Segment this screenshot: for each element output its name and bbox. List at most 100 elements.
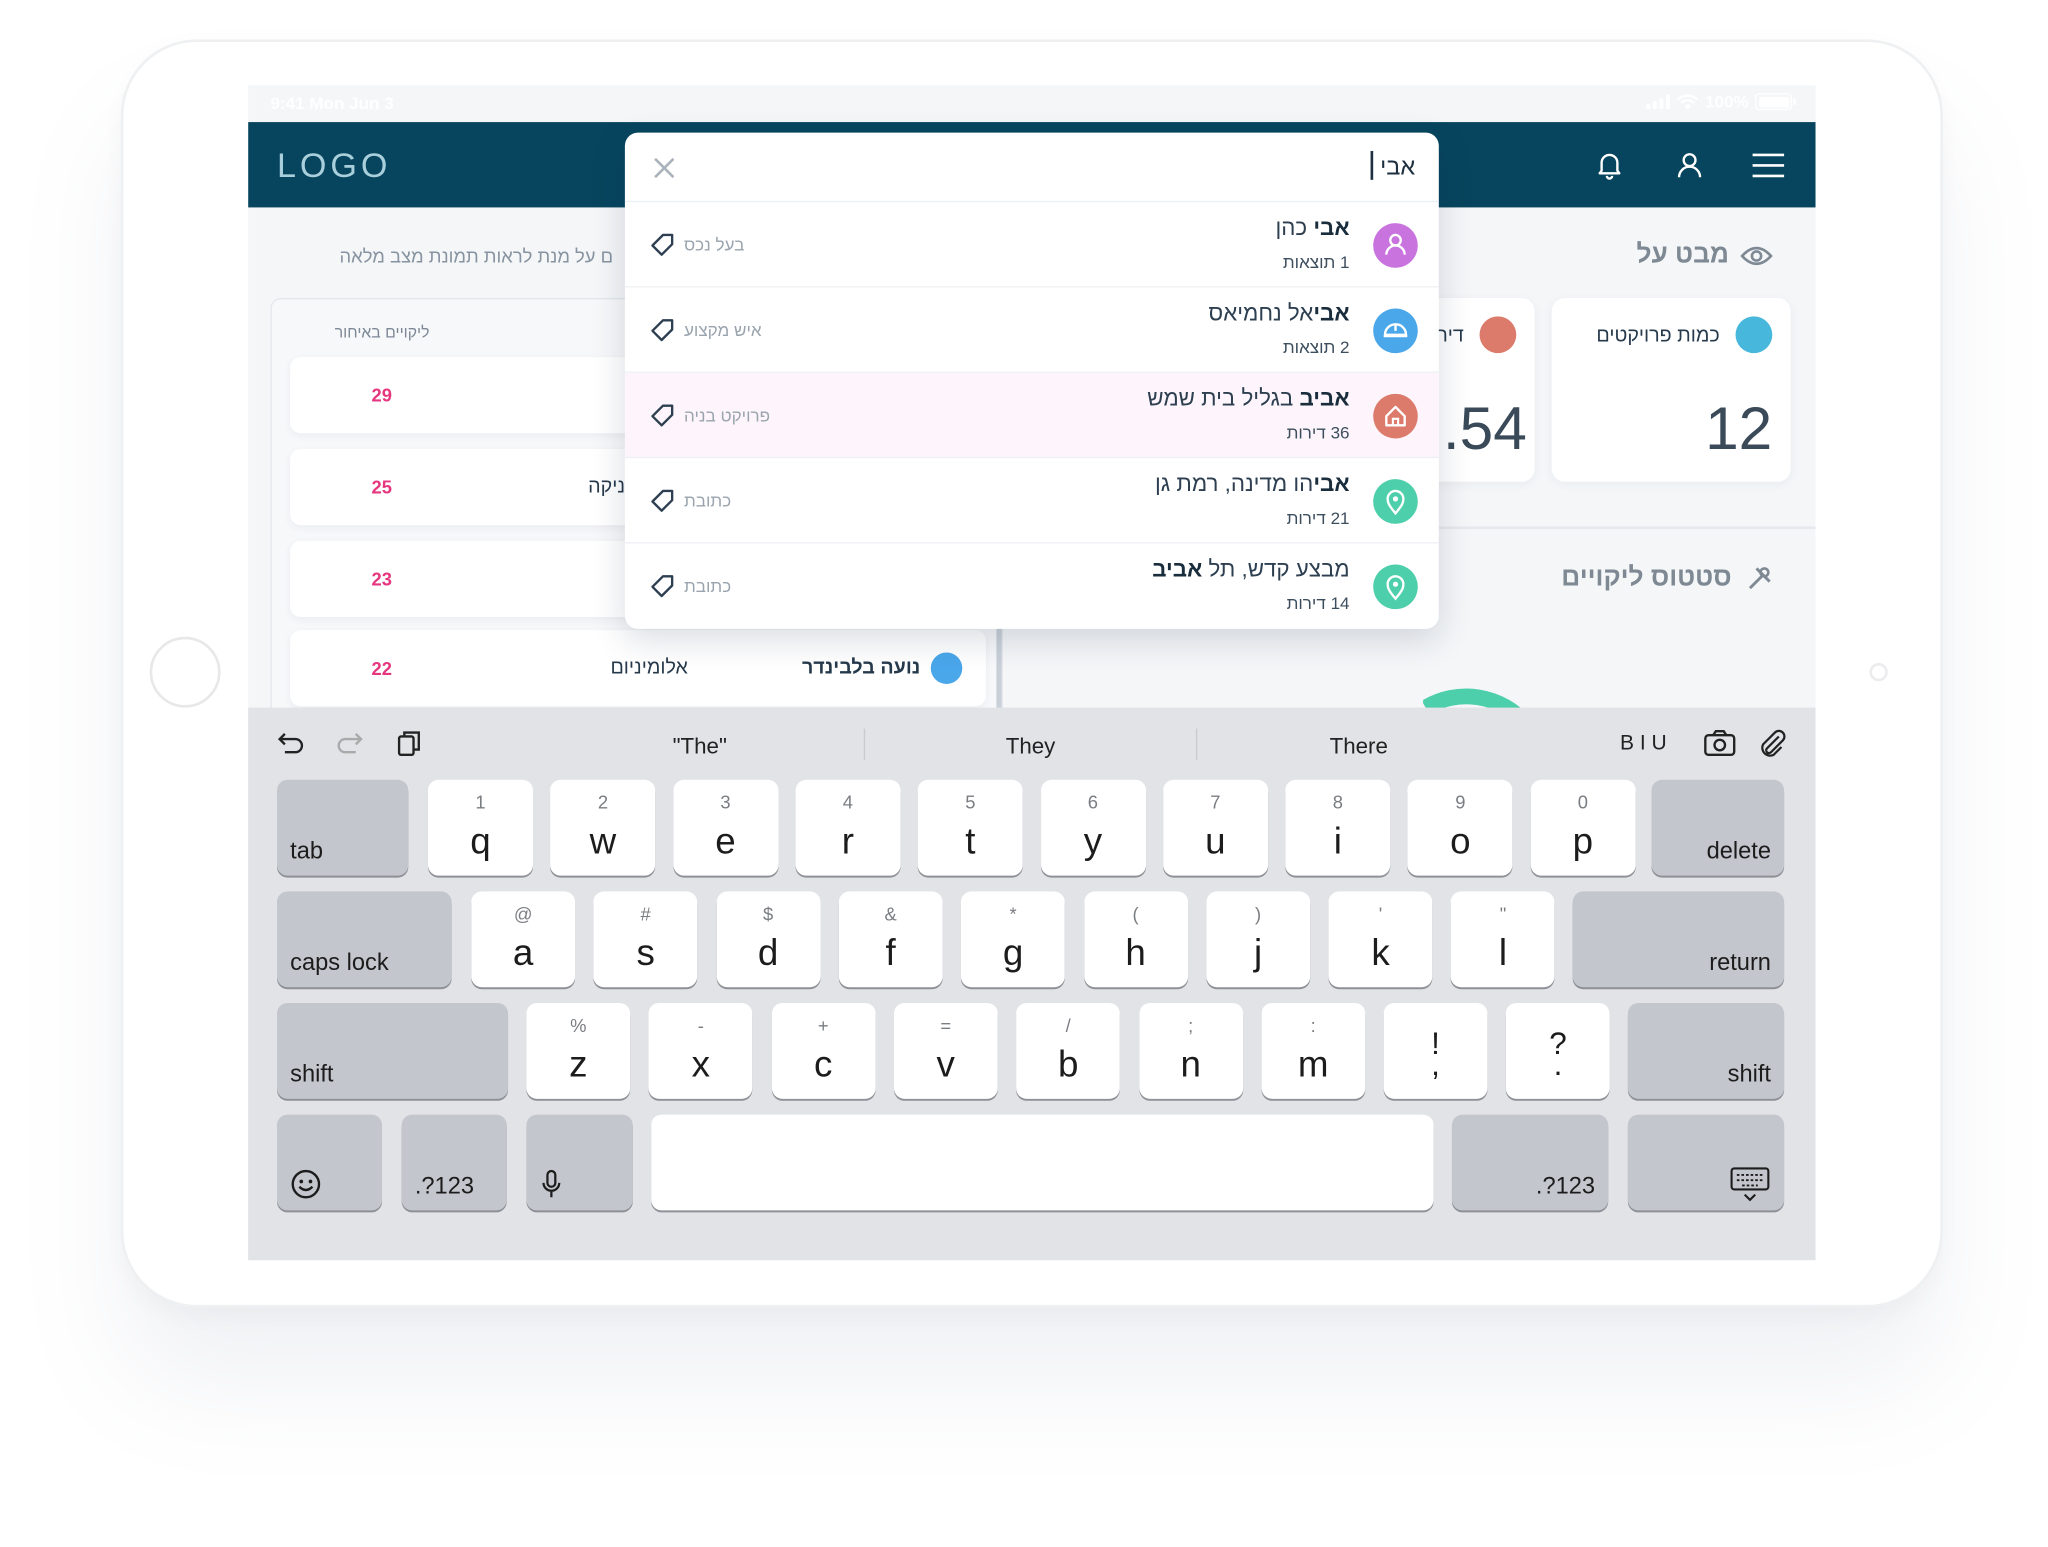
result-title: אביהו מדינה, רמת גן [1154,471,1350,497]
suggestion[interactable]: There [1280,734,1438,760]
signal-icon [1645,94,1670,109]
key-k[interactable]: ' k [1328,891,1433,988]
search-input[interactable]: אבי [1380,154,1415,182]
key-punctuation[interactable]: !, [1383,1002,1488,1099]
key-c[interactable]: + c [771,1002,876,1099]
close-icon[interactable] [652,156,676,180]
key-secondary: 4 [842,791,854,813]
hide-keyboard-key[interactable] [1627,1114,1785,1211]
key-primary: n [1180,1043,1201,1085]
search-bar[interactable]: אבי [624,133,1439,203]
key-z[interactable]: % z [526,1002,631,1099]
key-s[interactable]: # s [593,891,698,988]
key-l[interactable]: " l [1451,891,1555,988]
key-primary: r [841,820,855,862]
key-h[interactable]: (h [1083,891,1188,988]
microphone-icon [542,1169,561,1198]
shift-key-label: shift [290,1060,334,1087]
key-secondary: ; [1188,1014,1194,1036]
user-icon[interactable] [1673,148,1707,182]
key-g[interactable]: * g [961,891,1065,988]
result-subtitle: 14 דירות [1286,593,1350,614]
camera-icon[interactable] [1703,729,1737,758]
numbers-key[interactable]: .?123 [401,1114,507,1211]
result-type: כתובת [651,574,731,598]
key-o[interactable]: 9o [1407,779,1513,876]
tools-icon [1748,566,1771,589]
key-x[interactable]: -x [648,1002,753,1099]
key-r[interactable]: 4r [795,779,901,876]
key-primary: o [1450,820,1471,862]
dictation-key[interactable] [526,1114,633,1211]
key-punctuation[interactable]: ?. [1506,1002,1610,1099]
key-q[interactable]: 1q [427,779,533,876]
key-secondary: 8 [1332,791,1343,813]
key-primary: c [814,1043,833,1085]
suggestion[interactable]: They [952,734,1110,760]
redo-icon[interactable] [335,729,364,758]
format-button[interactable]: B I U [1620,733,1667,757]
delete-key[interactable]: delete [1651,779,1785,876]
paste-icon[interactable] [395,729,424,758]
emoji-key[interactable] [277,1114,383,1211]
key-y[interactable]: 6y [1040,779,1146,876]
shift-key-label: shift [1727,1060,1771,1087]
row-count: 23 [371,568,392,590]
stat-card-projects[interactable]: כמות פרויקטים 12 [1551,298,1791,482]
bell-icon[interactable] [1592,148,1626,182]
result-title: אביאל נחמיאס [1208,300,1350,326]
row-category: אלומיניום [610,656,688,679]
key-j[interactable]: ) j [1206,891,1310,988]
key-v[interactable]: = v [893,1002,998,1099]
key-secondary: = [940,1014,952,1036]
divider [863,728,866,761]
key-u[interactable]: 7u [1162,779,1268,876]
table-header: ליקויים באיחור [334,322,430,342]
tab-key[interactable]: tab [277,779,409,876]
shift-key[interactable]: shift [277,1002,509,1099]
key-secondary: $ [762,903,774,925]
key-m[interactable]: :m [1261,1002,1366,1099]
key-i[interactable]: 8i [1285,779,1391,876]
menu-icon[interactable] [1751,148,1785,182]
undo-icon[interactable] [277,729,306,758]
search-result[interactable]: אביב בגליל בית שמש 36 דירות פרויקט בניה [624,372,1439,459]
row-count: 25 [371,476,392,498]
key-t[interactable]: 5t [917,779,1023,876]
table-row[interactable]: 22 אלומיניום נועה בלבינדר [290,630,986,707]
attachment-icon[interactable] [1758,729,1787,758]
result-subtitle: 2 תוצאות [1282,337,1350,358]
logo[interactable]: LOGO [277,146,391,187]
key-secondary: 6 [1087,791,1099,813]
caps-lock-key[interactable]: caps lock [277,891,452,988]
key-p[interactable]: 0p [1530,779,1636,876]
home-button[interactable] [149,636,221,708]
shift-key[interactable]: shift [1627,1002,1785,1099]
key-d[interactable]: $ d [716,891,820,988]
key-n[interactable]: ; n [1138,1002,1243,1099]
search-result[interactable]: אביהו מדינה, רמת גן 21 דירות כתובת [624,458,1439,544]
battery-icon [1755,93,1796,111]
key-w[interactable]: 2w [550,779,656,876]
search-result[interactable]: אבי כהן 1 תוצאות בעל נכס [624,202,1439,288]
numbers-key[interactable]: .?123 [1451,1114,1609,1211]
numbers-key-label: .?123 [1535,1172,1596,1199]
key-e[interactable]: 3e [672,779,778,876]
caps-lock-key-label: caps lock [290,949,389,976]
key-primary: k [1371,932,1390,973]
key-primary: w [589,820,617,862]
key-lower: , [1431,1047,1440,1084]
key-b[interactable]: / b [1016,1002,1121,1099]
key-primary: p [1572,820,1594,862]
delete-key-label: delete [1706,837,1771,864]
screen: 9:41 Mon Jun 3 100% LOGO ם על מנת לראות … [248,85,1816,1261]
suggestion[interactable]: "The" [621,734,779,760]
text-cursor [1370,150,1374,180]
key-a[interactable]: @ a [471,891,576,988]
return-key[interactable]: return [1572,891,1785,988]
key-f[interactable]: & f [838,891,943,988]
search-result[interactable]: אביאל נחמיאס 2 תוצאות איש מקצוע [624,288,1439,373]
search-result[interactable]: מבצע קדש, תל אביב 14 דירות כתובת [625,543,1439,628]
home-icon [1373,393,1418,439]
space-bar[interactable] [651,1114,1434,1211]
